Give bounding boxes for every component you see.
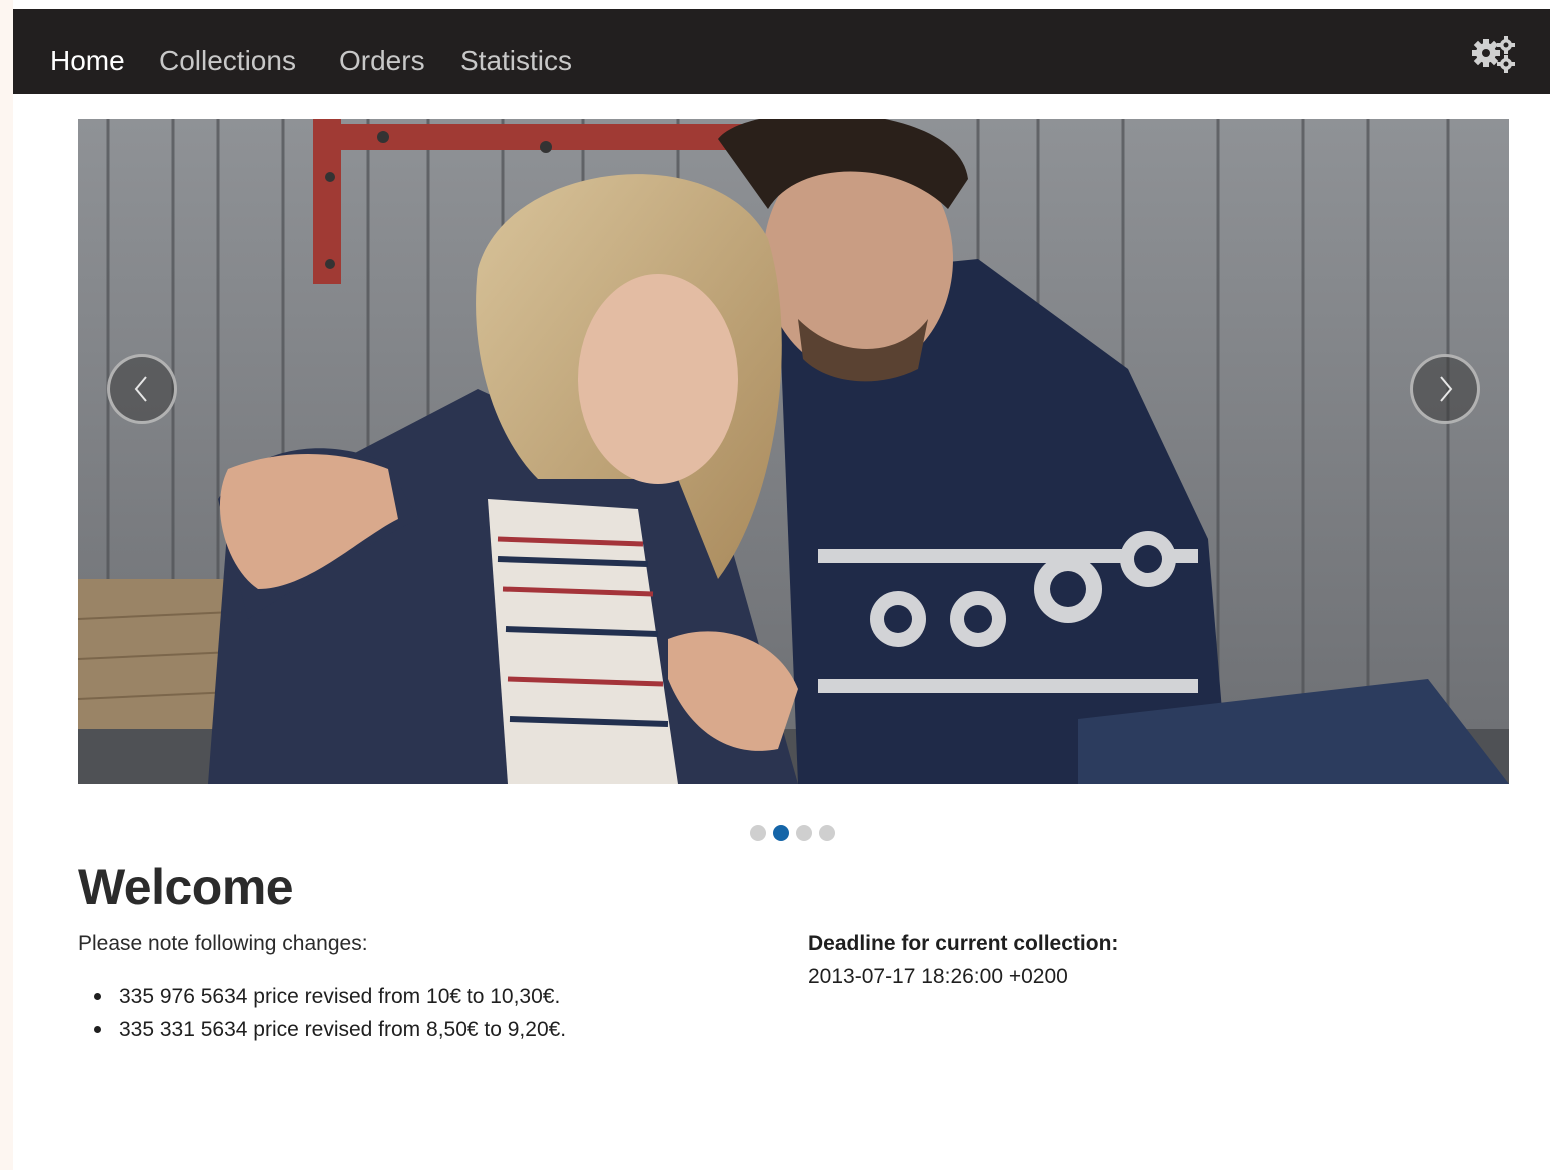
change-text: 335 976 5634 price revised from 10€ to 1… xyxy=(119,985,561,1008)
carousel-dot-3[interactable] xyxy=(796,825,812,841)
deadline-value: 2013-07-17 18:26:00 +0200 xyxy=(808,965,1068,988)
carousel-dot-1[interactable] xyxy=(750,825,766,841)
changes-list: 335 976 5634 price revised from 10€ to 1… xyxy=(78,980,566,1046)
change-text: 335 331 5634 price revised from 8,50€ to… xyxy=(119,1018,567,1041)
slide-photo xyxy=(78,119,1509,784)
carousel-dot-2[interactable] xyxy=(773,825,789,841)
carousel-dot-4[interactable] xyxy=(819,825,835,841)
bullet-icon xyxy=(94,993,101,1000)
changes-intro: Please note following changes: xyxy=(78,932,368,955)
top-navbar: Home Collections Orders Statistics xyxy=(13,9,1550,94)
chevron-right-icon xyxy=(1440,376,1453,402)
nav-item-orders[interactable]: Orders xyxy=(339,45,425,77)
carousel-next-button[interactable] xyxy=(1410,354,1480,424)
app-window: Home Collections Orders Statistics Welco… xyxy=(13,0,1550,1170)
image-carousel xyxy=(78,119,1509,784)
nav-item-home[interactable]: Home xyxy=(50,45,125,77)
list-item: 335 976 5634 price revised from 10€ to 1… xyxy=(78,980,566,1013)
carousel-prev-button[interactable] xyxy=(107,354,177,424)
carousel-indicators xyxy=(750,825,840,843)
list-item: 335 331 5634 price revised from 8,50€ to… xyxy=(78,1013,566,1046)
gears-icon[interactable] xyxy=(1469,35,1517,75)
deadline-label: Deadline for current collection: xyxy=(808,932,1119,955)
nav-item-statistics[interactable]: Statistics xyxy=(460,45,572,77)
nav-item-collections[interactable]: Collections xyxy=(159,45,296,77)
chevron-left-icon xyxy=(134,376,147,402)
bullet-icon xyxy=(94,1026,101,1033)
page-heading: Welcome xyxy=(78,859,294,915)
